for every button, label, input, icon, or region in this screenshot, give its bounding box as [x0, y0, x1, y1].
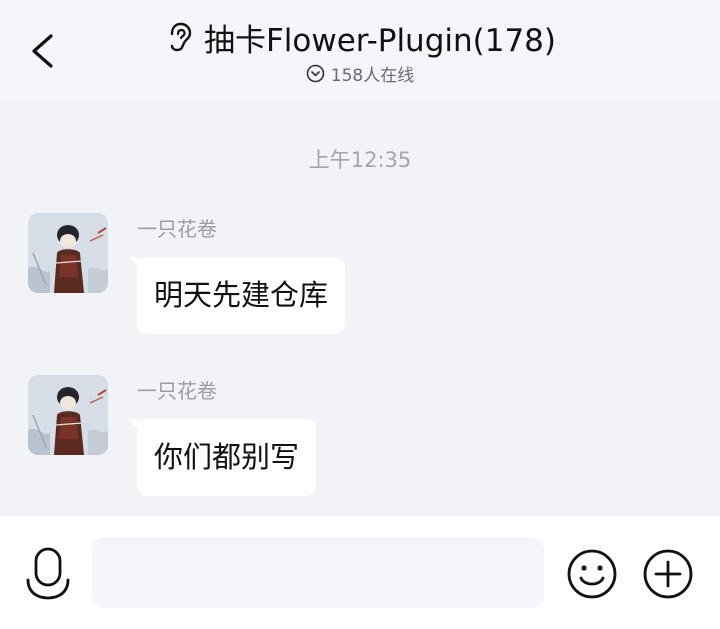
more-actions-button[interactable]	[642, 548, 694, 600]
avatar-image	[28, 375, 108, 455]
title-row[interactable]: 抽卡Flower-Plugin(178)	[0, 14, 720, 60]
chat-header: 抽卡Flower-Plugin(178) 158人在线	[0, 0, 720, 101]
sender-name: 一只花卷	[137, 217, 217, 241]
emoji-button[interactable]	[566, 548, 618, 600]
avatar[interactable]	[28, 213, 108, 293]
smiley-icon	[567, 549, 617, 599]
input-bar	[0, 516, 720, 629]
online-status-row[interactable]: 158人在线	[0, 60, 720, 86]
sender-name: 一只花卷	[137, 379, 217, 403]
avatar[interactable]	[28, 375, 108, 455]
message-text: 你们都别写	[154, 440, 300, 474]
page-title: 抽卡Flower-Plugin(178)	[203, 22, 557, 59]
bubble-tail	[129, 419, 139, 431]
online-count: 158人在线	[330, 65, 415, 86]
ear-icon[interactable]	[164, 20, 194, 54]
message-timestamp: 上午12:35	[308, 148, 412, 172]
voice-button[interactable]	[22, 546, 74, 602]
plus-circle-icon	[643, 549, 693, 599]
avatar-image	[28, 213, 108, 293]
message-text: 明天先建仓库	[154, 278, 329, 312]
message-bubble[interactable]: 你们都别写	[129, 419, 317, 496]
message-bubble[interactable]: 明天先建仓库	[129, 257, 346, 334]
chevron-circle-icon	[306, 64, 325, 82]
bubble-tail	[129, 257, 139, 269]
message-input[interactable]	[92, 537, 544, 608]
microphone-icon	[26, 547, 70, 600]
chat-message-list[interactable]: 上午12:35 一只花卷 明天先建仓库 一只花卷 你们都别写	[0, 101, 720, 516]
